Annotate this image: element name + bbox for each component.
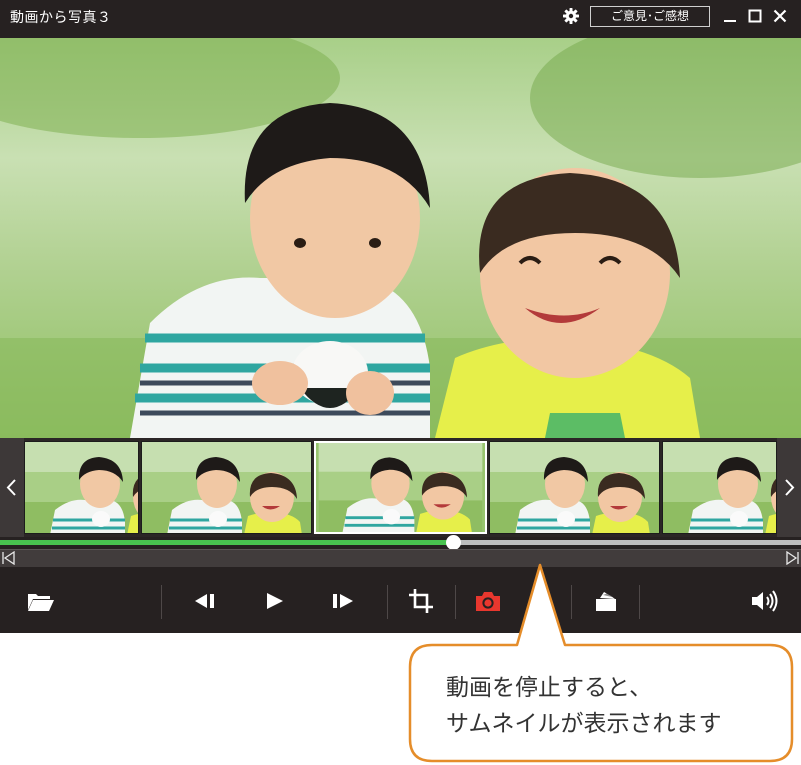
thumbnail[interactable]	[24, 441, 139, 534]
filmstrip-prev-button[interactable]	[0, 438, 24, 537]
gear-icon[interactable]	[561, 6, 581, 26]
minimize-icon[interactable]	[721, 7, 739, 25]
close-icon[interactable]	[771, 7, 789, 25]
previous-frame-icon[interactable]	[188, 583, 224, 619]
thumbnail[interactable]	[489, 441, 660, 534]
thumbnail[interactable]	[141, 441, 312, 534]
save-folder-icon[interactable]	[588, 583, 624, 619]
volume-icon[interactable]	[746, 583, 782, 619]
seek-progress-fill	[0, 540, 453, 545]
title-bar: 動画から写真３ ご意見･ご感想	[0, 0, 801, 32]
seek-handle[interactable]	[445, 535, 461, 550]
trim-range-bar[interactable]	[0, 549, 801, 567]
video-frame-illustration	[0, 38, 801, 438]
feedback-button[interactable]: ご意見･ご感想	[590, 6, 710, 27]
callout-message: 動画を停止すると、 サムネイルが表示されます	[446, 670, 786, 742]
playback-toolbar	[0, 569, 801, 633]
filmstrip-next-button[interactable]	[777, 438, 801, 537]
chevron-left-icon	[6, 479, 16, 496]
maximize-icon[interactable]	[746, 7, 764, 25]
toolbar-separator	[455, 585, 456, 619]
trim-start-handle-icon[interactable]	[1, 551, 15, 565]
video-preview[interactable]	[0, 38, 801, 438]
toolbar-separator	[639, 585, 640, 619]
chevron-right-icon	[785, 479, 795, 496]
callout-line-2: サムネイルが表示されます	[446, 711, 722, 737]
trim-end-handle-icon[interactable]	[786, 551, 800, 565]
open-folder-icon[interactable]	[22, 583, 58, 619]
toolbar-separator	[571, 585, 572, 619]
camera-icon[interactable]	[470, 583, 506, 619]
next-frame-icon[interactable]	[324, 583, 360, 619]
app-title: 動画から写真３	[10, 10, 112, 26]
play-icon[interactable]	[256, 583, 292, 619]
filmstrip	[0, 438, 801, 537]
thumbnail[interactable]	[662, 441, 777, 534]
app-window: 動画から写真３ ご意見･ご感想	[0, 0, 801, 633]
toolbar-separator	[161, 585, 162, 619]
toolbar-separator	[387, 585, 388, 619]
crop-icon[interactable]	[403, 583, 439, 619]
callout-line-1: 動画を停止すると、	[446, 675, 653, 701]
thumbnail-selected[interactable]	[314, 441, 487, 534]
seek-bar[interactable]	[0, 535, 801, 550]
